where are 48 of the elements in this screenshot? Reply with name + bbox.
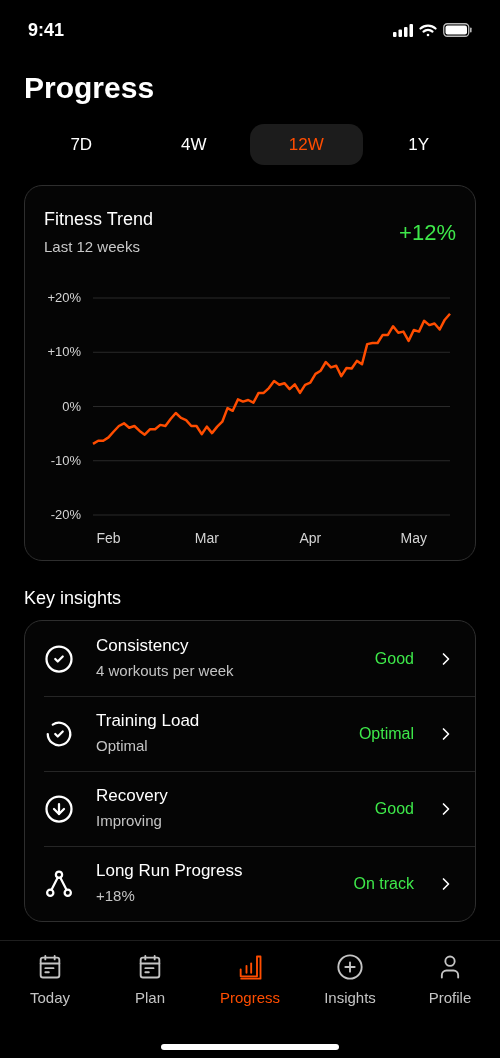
status-time: 9:41 [28,18,65,42]
insight-title: Long Run Progress [96,860,244,883]
insight-title: Training Load [96,710,201,733]
page-title: Progress [23,70,156,106]
nav-tab[interactable]: Today [0,953,100,1010]
x-axis-label: May [400,529,427,546]
card-title: Fitness Trend [44,208,154,230]
insight-status: Good [374,648,414,669]
trend-change: +12% [399,219,456,247]
node-tree-icon [44,869,74,899]
range-tab[interactable]: 7D [25,124,138,165]
nav-tab[interactable]: Progress [200,953,300,1010]
range-tab[interactable]: 4W [137,124,250,165]
insight-row[interactable]: Consistency 4 workouts per week Good [44,621,475,696]
section-title: Key insights [23,587,123,610]
wifi-icon [419,23,437,37]
insight-title: Recovery [96,785,169,808]
insight-detail: 4 workouts per week [96,660,235,681]
insight-row[interactable]: Long Run Progress +18% On track [44,846,475,921]
y-axis-label: -10% [50,452,81,468]
battery-icon [443,23,472,37]
insight-row[interactable]: Training Load Optimal Optimal [44,696,475,771]
insight-detail: +18% [96,886,136,907]
range-tab[interactable]: 1Y [362,124,475,165]
insight-row[interactable]: Recovery Improving Good [44,771,475,846]
x-axis-label: Mar [194,529,219,546]
y-axis-label: +10% [47,343,81,359]
y-axis-label: 0% [62,398,81,413]
insight-detail: Improving [96,811,163,832]
x-axis-label: Apr [299,529,322,546]
partial-circle-check-icon [44,719,74,749]
x-axis-label: Feb [96,529,121,546]
nav-tab[interactable]: Plan [100,953,200,1010]
insight-status: Optimal [358,724,414,744]
insight-status: On track [353,874,414,894]
nav-tab[interactable]: Profile [400,953,500,1010]
insight-title: Consistency [96,634,190,657]
card-subtitle: Last 12 weeks [44,237,141,257]
plus-circle-icon [336,953,364,981]
check-circle-icon [44,643,74,674]
signal-icon [393,23,413,37]
arrow-down-circle-icon [44,794,74,824]
range-tab[interactable]: 12W [250,124,363,165]
y-axis-label: +20% [47,289,81,305]
insight-status: Good [374,799,414,819]
y-axis-label: -20% [50,506,81,522]
nav-tab[interactable]: Insights [300,953,400,1010]
insight-detail: Optimal [96,736,149,757]
